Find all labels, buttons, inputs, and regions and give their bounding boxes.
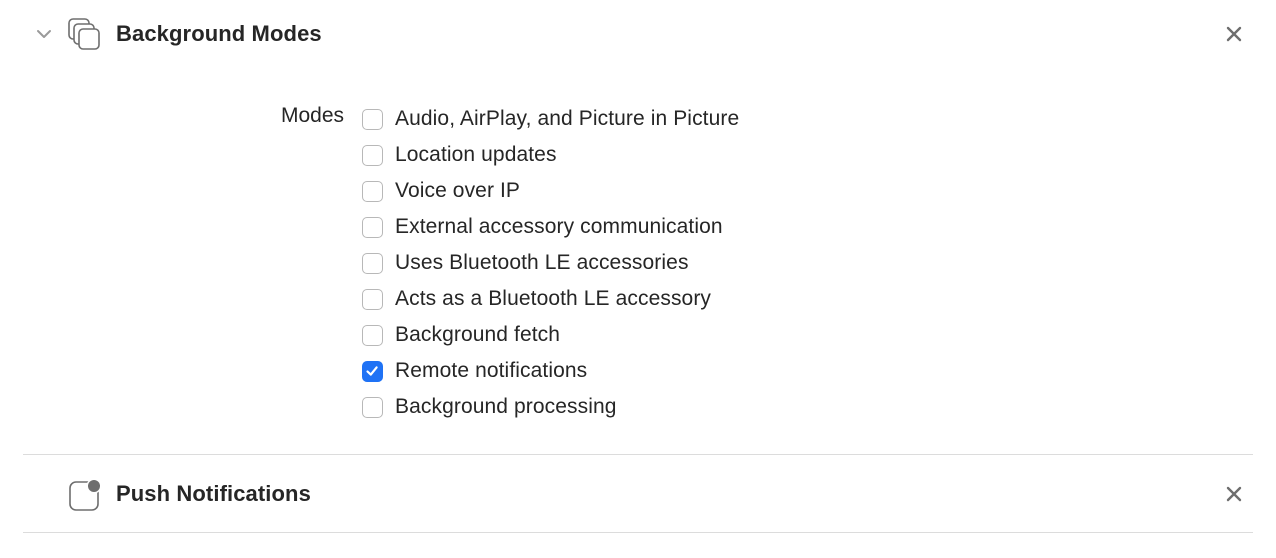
checkbox[interactable] [362, 216, 383, 238]
mode-background-fetch[interactable]: Background fetch [362, 317, 739, 353]
push-notifications-title: Push Notifications [116, 481, 311, 506]
checkbox[interactable] [362, 324, 383, 346]
section-divider [23, 532, 1253, 533]
modes-checklist: Audio, AirPlay, and Picture in Picture L… [362, 101, 739, 425]
mode-external-accessory[interactable]: External accessory communication [362, 209, 739, 245]
mode-uses-bluetooth-le[interactable]: Uses Bluetooth LE accessories [362, 245, 739, 281]
checkmark-icon [366, 365, 378, 376]
mode-acts-as-bluetooth-le[interactable]: Acts as a Bluetooth LE accessory [362, 281, 739, 317]
checkbox[interactable] [362, 108, 383, 130]
checkbox[interactable] [362, 360, 383, 382]
mode-background-processing[interactable]: Background processing [362, 389, 739, 425]
mode-label: Acts as a Bluetooth LE accessory [395, 287, 712, 310]
stacked-windows-icon [66, 16, 102, 52]
checkbox[interactable] [362, 180, 383, 202]
mode-remote-notifications[interactable]: Remote notifications [362, 353, 739, 389]
close-icon[interactable] [1222, 22, 1246, 46]
mode-audio-airplay-pip[interactable]: Audio, AirPlay, and Picture in Picture [362, 101, 739, 137]
checkbox[interactable] [362, 288, 383, 310]
mode-label: Remote notifications [395, 359, 588, 382]
chevron-down-icon[interactable] [34, 24, 54, 44]
mode-voice-over-ip[interactable]: Voice over IP [362, 173, 739, 209]
background-modes-header: Background Modes [0, 14, 1276, 54]
checkbox[interactable] [362, 396, 383, 418]
modes-label: Modes [281, 104, 345, 127]
close-icon[interactable] [1222, 482, 1246, 506]
mode-label: Background processing [395, 395, 617, 418]
mode-location-updates[interactable]: Location updates [362, 137, 739, 173]
mode-label: Voice over IP [395, 179, 521, 202]
background-modes-title: Background Modes [116, 21, 322, 46]
push-badge-icon [66, 476, 102, 512]
push-notifications-header: Push Notifications [0, 474, 1276, 514]
mode-label: Background fetch [395, 323, 561, 346]
mode-label: Location updates [395, 143, 557, 166]
mode-label: Audio, AirPlay, and Picture in Picture [395, 107, 740, 130]
mode-label: Uses Bluetooth LE accessories [395, 251, 689, 274]
section-divider [23, 454, 1253, 455]
checkbox[interactable] [362, 144, 383, 166]
checkbox[interactable] [362, 252, 383, 274]
mode-label: External accessory communication [395, 215, 723, 238]
